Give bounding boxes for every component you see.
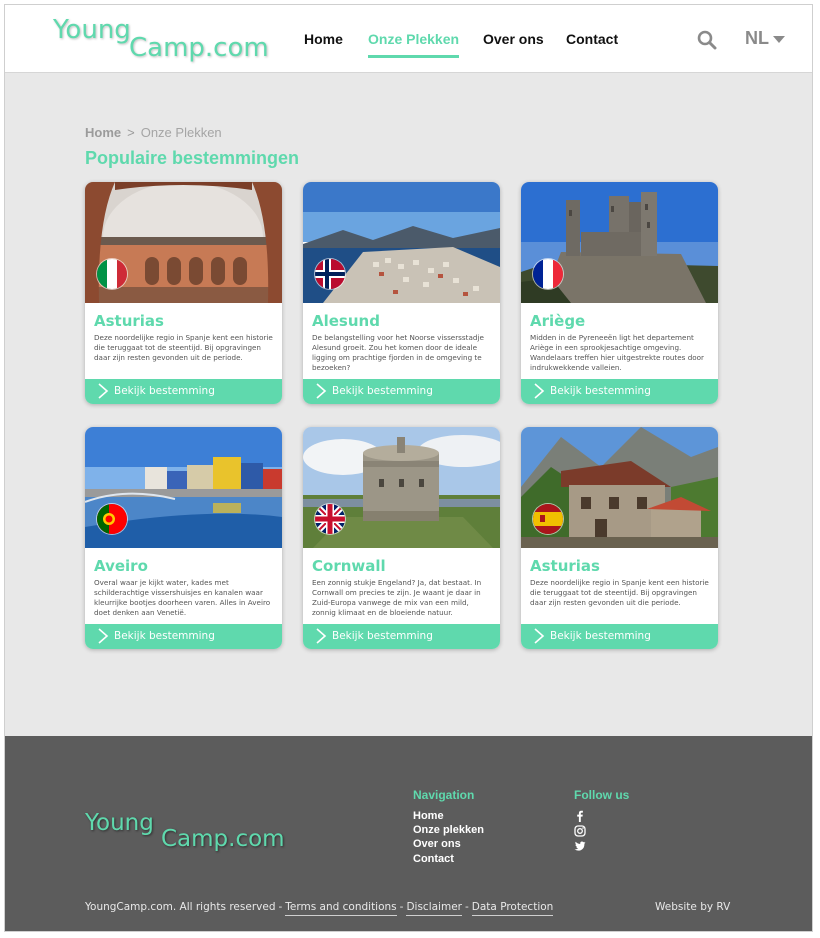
legal-separator: - — [399, 901, 404, 913]
website-credit: Website by RV — [655, 901, 731, 913]
nav-contact[interactable]: Contact — [566, 31, 618, 47]
footer-link-contact[interactable]: Contact — [413, 853, 454, 865]
destination-card: Cornwall Een zonnig stukje Engeland? Ja,… — [303, 427, 500, 649]
chevron-right-icon — [534, 383, 545, 399]
france-flag-icon — [533, 259, 563, 289]
card-title: Alesund — [312, 312, 380, 330]
legal-separator: - — [464, 901, 469, 913]
footer-link-home[interactable]: Home — [413, 810, 444, 822]
footer-navigation-title: Navigation — [413, 788, 475, 802]
nav-onze-plekken[interactable]: Onze Plekken — [368, 31, 460, 58]
logo-text-camp: Camp.com — [161, 826, 285, 852]
logo-text-young: Young — [85, 810, 154, 836]
destination-photo — [85, 182, 282, 303]
chevron-right-icon — [316, 383, 327, 399]
terms-link[interactable]: Terms and conditions — [285, 901, 397, 916]
destination-card: Aveiro Overal waar je kijkt water, kades… — [85, 427, 282, 649]
destination-photo — [521, 182, 718, 303]
card-title: Asturias — [94, 312, 164, 330]
norway-flag-icon — [315, 259, 345, 289]
card-title: Asturias — [530, 557, 600, 575]
footer-link-over-ons[interactable]: Over ons — [413, 838, 461, 850]
card-title: Ariège — [530, 312, 586, 330]
nav-home[interactable]: Home — [304, 31, 343, 47]
chevron-right-icon — [98, 383, 109, 399]
nav-over-ons[interactable]: Over ons — [483, 31, 544, 47]
italy-flag-icon — [97, 259, 127, 289]
view-destination-button[interactable]: Bekijk bestemming — [521, 379, 718, 404]
card-description: Een zonnig stukje Engeland? Ja, dat best… — [312, 578, 482, 617]
card-title: Aveiro — [94, 557, 148, 575]
copyright-text: YoungCamp.com. All rights reserved — [85, 901, 276, 913]
footer-legal-bar: YoungCamp.com. All rights reserved - Terms… — [85, 901, 554, 916]
portugal-flag-icon — [97, 504, 127, 534]
page-frame: Young Camp.com Home Onze Plekken Over on… — [4, 4, 813, 932]
card-description: Overal waar je kijkt water, kades met sc… — [94, 578, 271, 617]
button-label: Bekijk bestemming — [550, 630, 651, 642]
language-label: NL — [745, 28, 769, 48]
breadcrumb-separator: > — [127, 125, 135, 140]
breadcrumb-home[interactable]: Home — [85, 125, 121, 140]
destination-photo — [521, 427, 718, 548]
chevron-right-icon — [316, 628, 327, 644]
destination-card: Ariège Midden in de Pyreneeën ligt het d… — [521, 182, 718, 404]
destination-photo — [303, 427, 500, 548]
instagram-icon[interactable] — [574, 825, 586, 837]
button-label: Bekijk bestemming — [332, 630, 433, 642]
data-protection-link[interactable]: Data Protection — [471, 901, 554, 916]
footer-follow-title: Follow us — [574, 788, 630, 802]
chevron-down-icon — [773, 35, 785, 43]
site-header: Young Camp.com Home Onze Plekken Over on… — [5, 5, 812, 73]
chevron-right-icon — [534, 628, 545, 644]
view-destination-button[interactable]: Bekijk bestemming — [303, 379, 500, 404]
view-destination-button[interactable]: Bekijk bestemming — [85, 624, 282, 649]
chevron-right-icon — [98, 628, 109, 644]
button-label: Bekijk bestemming — [332, 385, 433, 397]
card-title: Cornwall — [312, 557, 386, 575]
button-label: Bekijk bestemming — [550, 385, 651, 397]
breadcrumb: Home > Onze Plekken — [85, 125, 222, 141]
destination-card: Asturias Deze noordelijke regio in Spanj… — [521, 427, 718, 649]
view-destination-button[interactable]: Bekijk bestemming — [303, 624, 500, 649]
card-description: Deze noordelijke regio in Spanje kent ee… — [530, 578, 709, 607]
destination-card: Asturias Deze noordelijke regio in Spanj… — [85, 182, 282, 404]
destination-photo — [85, 427, 282, 548]
twitter-icon[interactable] — [574, 840, 586, 852]
button-label: Bekijk bestemming — [114, 630, 215, 642]
legal-separator: - — [278, 901, 283, 913]
breadcrumb-current: Onze Plekken — [140, 125, 222, 140]
footer-link-onze-plekken[interactable]: Onze plekken — [413, 824, 484, 836]
view-destination-button[interactable]: Bekijk bestemming — [85, 379, 282, 404]
card-description: De belangstelling voor het Noorse visser… — [312, 333, 484, 372]
destination-photo — [303, 182, 500, 303]
uk-flag-icon — [315, 504, 345, 534]
facebook-icon[interactable] — [574, 810, 586, 822]
card-description: Deze noordelijke regio in Spanje kent ee… — [94, 333, 273, 362]
page-title: Populaire bestemmingen — [85, 148, 300, 168]
destination-card: Alesund De belangstelling voor het Noors… — [303, 182, 500, 404]
card-description: Midden in de Pyreneeën ligt het departem… — [530, 333, 705, 372]
site-footer: Young Camp.com Navigation Home Onze plek… — [5, 736, 812, 931]
language-selector[interactable]: NL — [745, 28, 785, 49]
view-destination-button[interactable]: Bekijk bestemming — [521, 624, 718, 649]
search-icon[interactable] — [697, 30, 717, 50]
main-nav: Home Onze Plekken Over ons Contact — [5, 31, 812, 61]
disclaimer-link[interactable]: Disclaimer — [406, 901, 462, 916]
button-label: Bekijk bestemming — [114, 385, 215, 397]
spain-flag-icon — [533, 504, 563, 534]
